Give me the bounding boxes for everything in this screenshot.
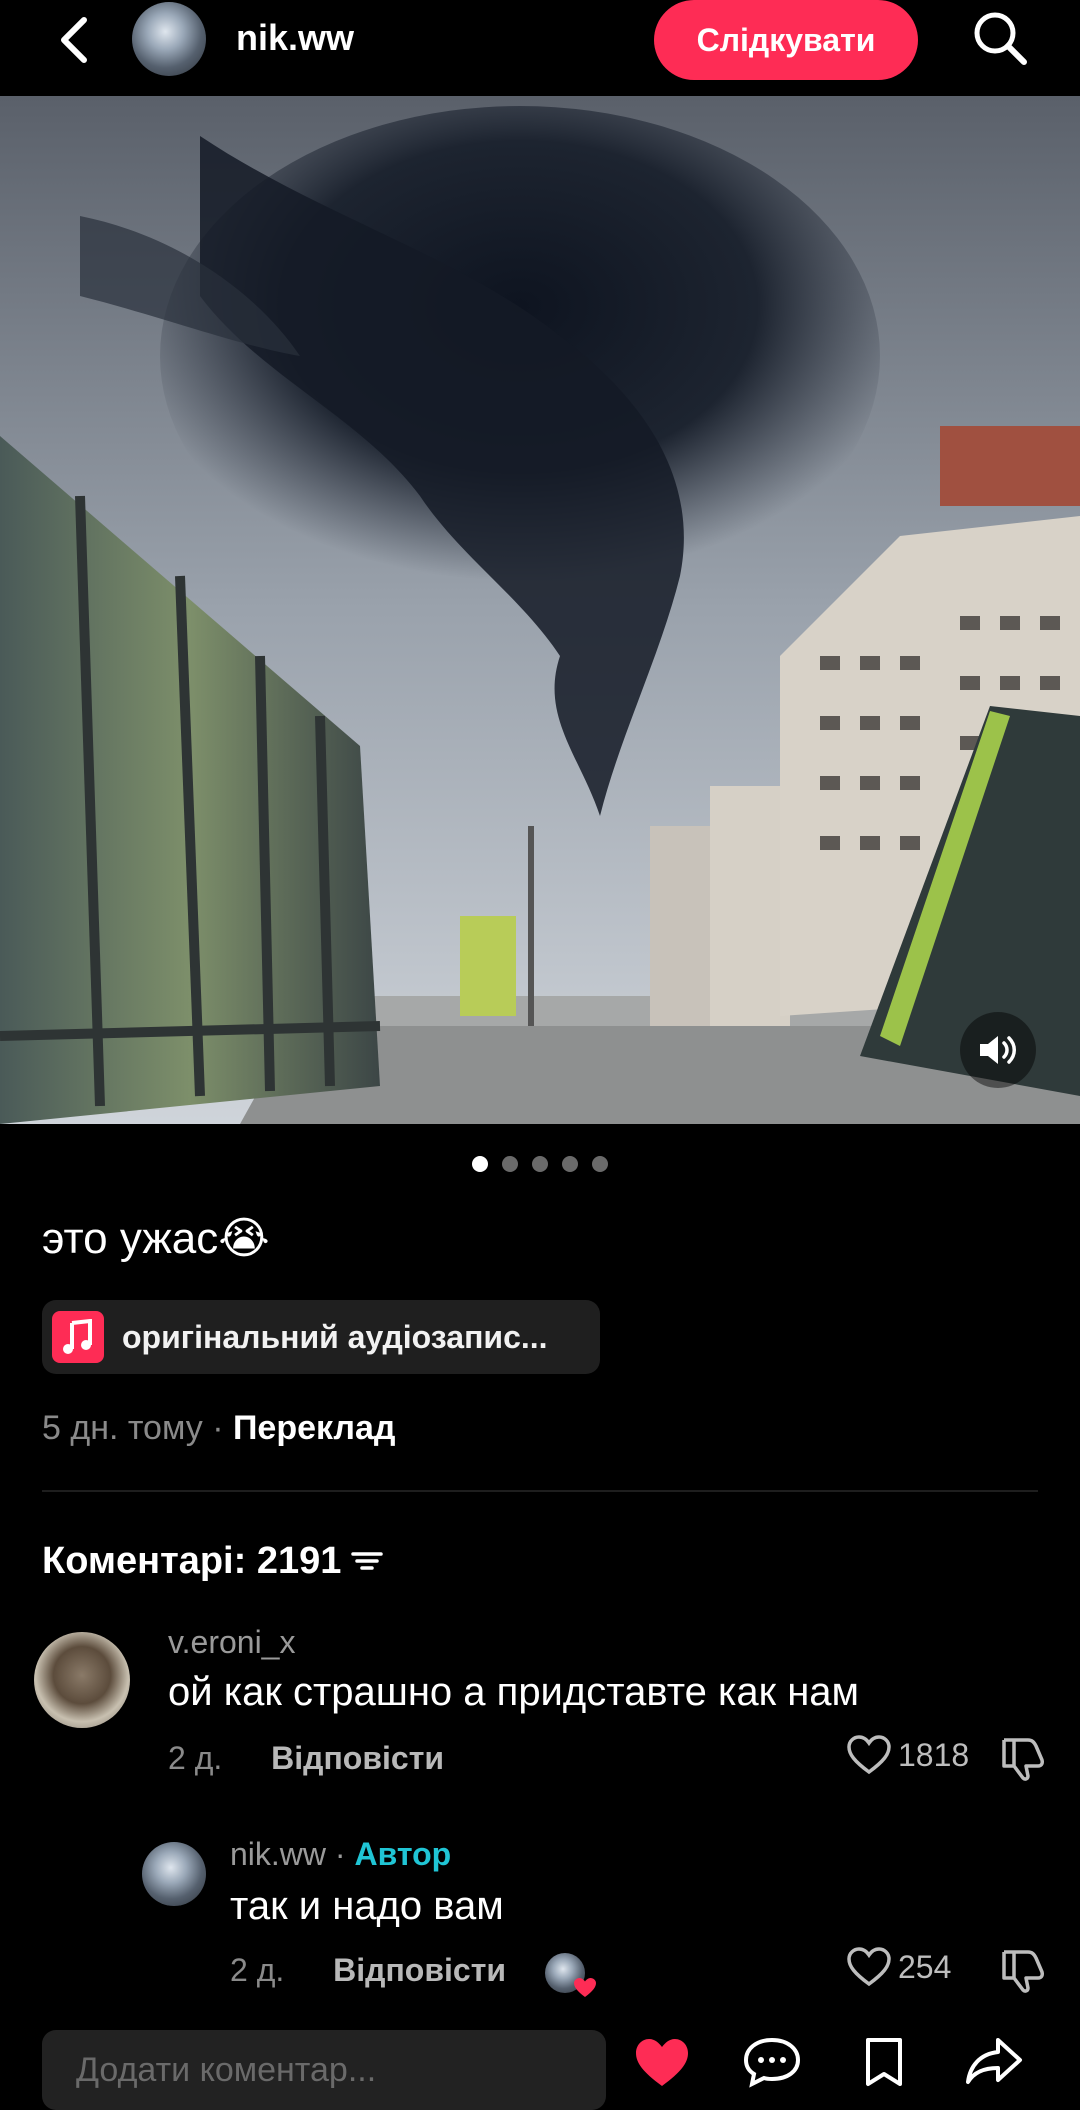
comments-header: Коментарі: 2191 [42, 1536, 385, 1586]
comment-text: ой как страшно а придставте как нам [168, 1670, 860, 1714]
like-count: 254 [898, 1948, 952, 1985]
search-icon [974, 12, 1027, 65]
comment-input[interactable]: Додати коментар... [42, 2030, 606, 2110]
profile-avatar[interactable] [132, 2, 206, 76]
follow-button[interactable]: Слідкувати [654, 0, 918, 80]
reply-button[interactable]: Відповісти [333, 1952, 506, 1988]
reply-like-button[interactable]: 254 [846, 1946, 951, 1988]
reply-dislike-button[interactable] [998, 1948, 1046, 1999]
creator-liked-avatar [544, 1952, 596, 1997]
heart-outline-icon [847, 1947, 891, 1987]
bookmark-icon [866, 2038, 902, 2086]
back-arrow-icon [61, 17, 87, 63]
carousel-dot [502, 1156, 518, 1172]
music-note-icon [52, 1311, 104, 1363]
reply-username-row: nik.ww · Автор [230, 1834, 451, 1874]
search-button[interactable] [968, 6, 1032, 70]
share-icon [966, 2038, 1022, 2084]
meta-separator: · [212, 1409, 224, 1447]
reply-avatar[interactable] [142, 1842, 206, 1906]
dislike-icon [1002, 1950, 1044, 1993]
back-button[interactable] [44, 10, 104, 70]
heart-filled-icon [573, 1977, 596, 1997]
sound-toggle-button[interactable] [960, 1012, 1036, 1088]
carousel-indicator [0, 1156, 1080, 1176]
carousel-dot-active [472, 1156, 488, 1172]
header-username[interactable]: nik.ww [236, 14, 354, 62]
heart-filled-icon [636, 2039, 688, 2086]
carousel-dot [532, 1156, 548, 1172]
carousel-dot [592, 1156, 608, 1172]
reply-meta: 2 д. Відповісти [230, 1950, 596, 1997]
like-count: 1818 [898, 1736, 970, 1773]
author-separator: · [326, 1836, 355, 1872]
comment-avatar[interactable] [34, 1632, 130, 1728]
comment-like-button[interactable]: 1818 [846, 1734, 969, 1776]
post-photo[interactable] [0, 96, 1080, 1124]
reply-text: так и надо вам [230, 1884, 504, 1928]
music-chip[interactable]: оригінальний аудіозапис... [42, 1300, 600, 1374]
post-caption: это ужас😭 [42, 1214, 270, 1263]
divider [42, 1490, 1038, 1492]
sound-on-icon [980, 1036, 1016, 1064]
comment-time: 2 д. [168, 1740, 223, 1776]
reply-time: 2 д. [230, 1952, 285, 1988]
comment-meta: 2 д. Відповісти [168, 1738, 444, 1778]
reply-button[interactable]: Відповісти [271, 1740, 444, 1776]
author-badge: Автор [354, 1836, 452, 1872]
comment-username[interactable]: v.eroni_x [168, 1622, 295, 1662]
translate-link[interactable]: Переклад [233, 1409, 396, 1447]
sort-icon[interactable] [349, 1546, 385, 1576]
music-title: оригінальний аудіозапис... [122, 1318, 548, 1355]
post-time: 5 дн. тому [42, 1409, 203, 1447]
comments-count: Коментарі: 2191 [42, 1540, 342, 1582]
comment-dislike-button[interactable] [998, 1736, 1046, 1787]
post-meta: 5 дн. тому · Переклад [42, 1406, 396, 1450]
heart-outline-icon [847, 1735, 891, 1775]
reply-username[interactable]: nik.ww [230, 1836, 326, 1872]
comment-icon [743, 2037, 801, 2088]
dislike-icon [1002, 1738, 1044, 1781]
carousel-dot [562, 1156, 578, 1172]
